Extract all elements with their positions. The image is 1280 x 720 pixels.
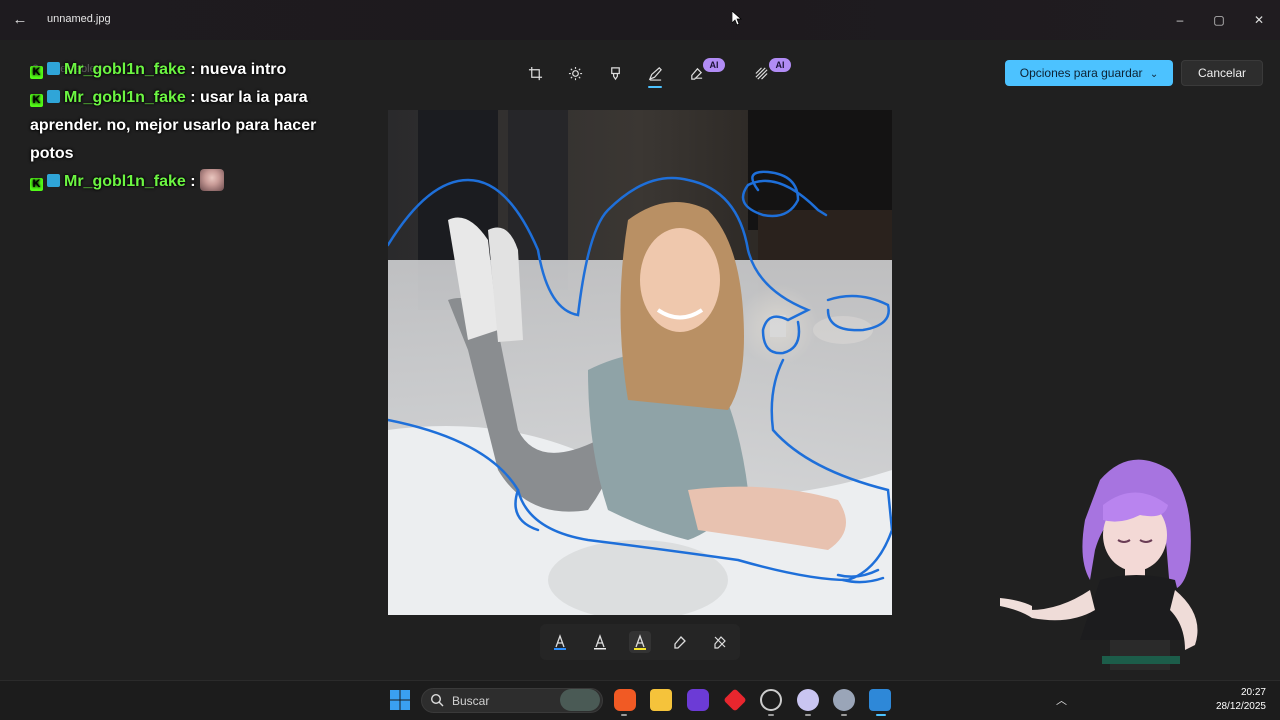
tray-expand-icon[interactable]: ︿ xyxy=(1056,692,1067,708)
chat-separator: : xyxy=(185,173,201,190)
windows-start-icon[interactable] xyxy=(389,689,411,711)
save-options-label: Opciones para guardar xyxy=(1019,66,1143,80)
kick-badge-icon: K xyxy=(30,94,43,107)
pen-icon[interactable] xyxy=(644,62,666,84)
chat-username: Mr_gobl1n_fake xyxy=(64,89,186,106)
subscriber-badge-icon xyxy=(47,62,60,75)
active-tool-indicator xyxy=(648,86,662,88)
window-title: unnamed.jpg xyxy=(47,13,111,25)
brave-browser-icon[interactable] xyxy=(614,689,636,711)
brightness-icon[interactable] xyxy=(564,62,586,84)
close-button[interactable]: ✕ xyxy=(1247,8,1271,32)
highlighter-icon[interactable] xyxy=(629,631,651,653)
running-indicator xyxy=(621,714,627,716)
chat-message: K Mr_gobl1n_fake : usar la ia para aprend… xyxy=(30,84,320,168)
photos-app-icon[interactable] xyxy=(869,689,891,711)
minimize-button[interactable]: – xyxy=(1168,8,1192,32)
chat-message: K Mr_gobl1n_fake : xyxy=(30,168,320,196)
search-placeholder: Buscar xyxy=(452,694,490,708)
cancel-button[interactable]: Cancelar xyxy=(1181,60,1263,86)
active-app-indicator xyxy=(876,714,886,716)
discord-app-icon[interactable] xyxy=(797,689,819,711)
chevron-down-icon: ⌄ xyxy=(1149,69,1159,80)
stream-chat-overlay: K Mr_gobl1n_fake : nueva intro K Mr_gobl1n… xyxy=(30,56,320,196)
crop-icon[interactable] xyxy=(524,62,546,84)
running-indicator xyxy=(841,714,847,716)
chat-username: Mr_gobl1n_fake xyxy=(64,61,186,78)
subscriber-badge-icon xyxy=(47,90,60,103)
running-indicator xyxy=(805,714,811,716)
file-explorer-icon[interactable] xyxy=(650,689,672,711)
kick-badge-icon: K xyxy=(30,178,43,191)
chat-text: nueva intro xyxy=(200,61,287,78)
maximize-button[interactable]: ▢ xyxy=(1207,8,1231,32)
back-button[interactable]: ← xyxy=(8,8,32,32)
chrome-app-icon[interactable] xyxy=(760,689,782,711)
markup-icon[interactable] xyxy=(604,62,626,84)
chat-separator: : xyxy=(185,89,201,106)
running-indicator xyxy=(768,714,774,716)
save-options-button[interactable]: Opciones para guardar ⌄ xyxy=(1005,60,1173,86)
vtuber-avatar xyxy=(1000,459,1198,670)
taskbar xyxy=(0,680,1280,720)
edited-photo[interactable] xyxy=(388,110,892,615)
mouse-cursor-icon xyxy=(732,11,742,26)
chat-separator: : xyxy=(185,61,201,78)
clock-date[interactable]: 28/12/2025 xyxy=(1210,701,1266,712)
subscriber-badge-icon xyxy=(47,174,60,187)
pen-blue-icon[interactable] xyxy=(549,631,571,653)
title-bar xyxy=(0,0,1280,40)
pen-white-icon[interactable] xyxy=(589,631,611,653)
kick-badge-icon: K xyxy=(30,66,43,79)
obs-app-icon[interactable] xyxy=(833,689,855,711)
clock-time[interactable]: 20:27 xyxy=(1240,687,1266,698)
eraser-icon[interactable] xyxy=(669,631,691,653)
cat-emote-icon xyxy=(200,169,225,191)
ai-badge: AI xyxy=(703,58,725,72)
chat-username: Mr_gobl1n_fake xyxy=(64,173,186,190)
search-highlight-icon[interactable] xyxy=(560,689,600,711)
ai-badge: AI xyxy=(769,58,791,72)
chat-message: K Mr_gobl1n_fake : nueva intro xyxy=(30,56,320,84)
game-app-icon[interactable] xyxy=(687,689,709,711)
clear-ink-icon[interactable] xyxy=(709,631,731,653)
search-icon xyxy=(430,693,444,707)
